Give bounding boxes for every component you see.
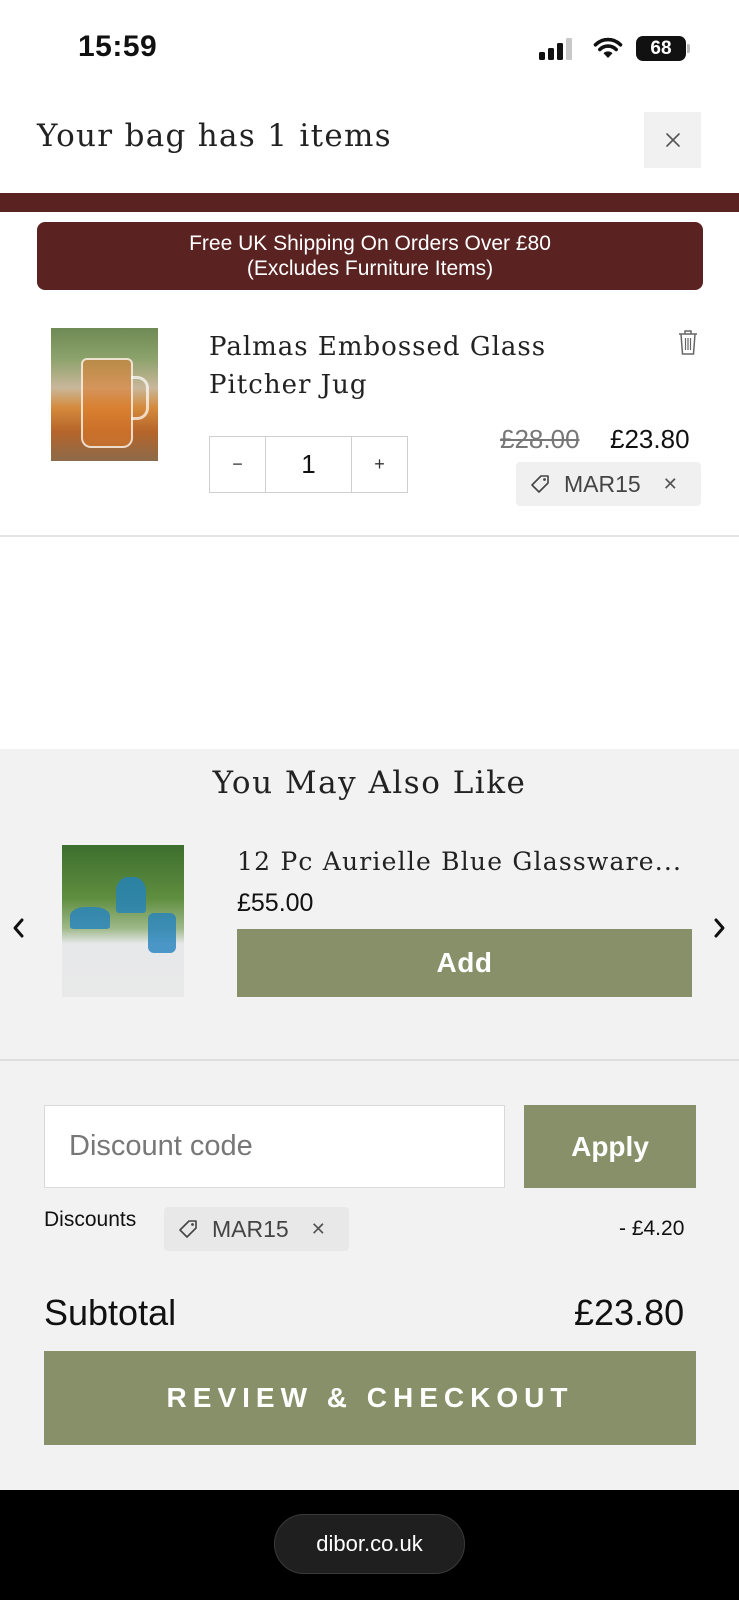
shipping-banner: Free UK Shipping On Orders Over £80 (Exc… — [37, 222, 703, 290]
recommendation-price: £55.00 — [237, 889, 314, 917]
header-divider-bar — [0, 193, 739, 212]
add-recommendation-button[interactable]: Add — [237, 929, 692, 997]
apply-discount-button[interactable]: Apply — [524, 1105, 696, 1188]
summary-discount-chip: MAR15 ✕ — [164, 1207, 349, 1251]
discounts-label: Discounts — [44, 1208, 137, 1231]
discount-code-input[interactable] — [44, 1105, 505, 1188]
wifi-icon — [593, 37, 623, 58]
close-icon — [665, 133, 680, 147]
tag-icon — [531, 475, 549, 493]
cart-title: Your bag has 1 items — [37, 118, 392, 154]
sale-price: £23.80 — [610, 424, 690, 454]
status-time: 15:59 — [78, 30, 158, 63]
item-discount-code: MAR15 — [564, 470, 641, 497]
remove-summary-discount-icon[interactable]: ✕ — [311, 1219, 326, 1240]
browser-bar: dibor.co.uk — [0, 1490, 739, 1600]
status-bar: 15:59 68 — [0, 0, 739, 100]
recommendations-section: You May Also Like 12 Pc Aurielle Blue Gl… — [0, 749, 739, 1060]
close-cart-button[interactable] — [644, 112, 701, 168]
signal-icon — [539, 38, 575, 60]
url-bar[interactable]: dibor.co.uk — [274, 1514, 465, 1574]
battery-cap — [687, 44, 690, 53]
cart-summary: Apply Discounts MAR15 ✕ - £4.20 Subtotal… — [0, 1061, 739, 1490]
item-divider — [0, 535, 739, 537]
chevron-right-icon — [714, 918, 725, 938]
cart-item-image[interactable] — [51, 328, 158, 461]
trash-icon[interactable] — [676, 328, 700, 356]
battery-icon: 68 — [636, 36, 686, 61]
carousel-prev-button[interactable] — [8, 914, 28, 942]
carousel-next-button[interactable] — [710, 914, 730, 942]
shipping-banner-line2: (Excludes Furniture Items) — [246, 257, 494, 280]
decrement-button[interactable]: − — [210, 437, 265, 492]
checkout-button[interactable]: REVIEW & CHECKOUT — [44, 1351, 696, 1445]
quantity-value[interactable]: 1 — [265, 437, 352, 492]
increment-button[interactable]: + — [352, 437, 407, 492]
discount-amount: - £4.20 — [619, 1217, 685, 1240]
item-discount-chip: MAR15 ✕ — [516, 462, 701, 506]
chevron-left-icon — [13, 918, 24, 938]
recommendation-name[interactable]: 12 Pc Aurielle Blue Glassware... — [237, 847, 682, 876]
subtotal-label: Subtotal — [44, 1292, 177, 1333]
quantity-stepper: − 1 + — [209, 436, 408, 493]
shipping-banner-line1: Free UK Shipping On Orders Over £80 — [189, 232, 551, 255]
original-price: £28.00 — [500, 424, 580, 454]
recommendation-image[interactable] — [62, 845, 184, 997]
summary-discount-code: MAR15 — [212, 1215, 289, 1242]
tag-icon — [179, 1220, 197, 1238]
remove-item-discount-icon[interactable]: ✕ — [663, 474, 678, 495]
subtotal-value: £23.80 — [574, 1292, 685, 1333]
recommendations-title: You May Also Like — [212, 765, 527, 801]
cart-item-name[interactable]: Palmas Embossed Glass Pitcher Jug — [209, 328, 649, 404]
